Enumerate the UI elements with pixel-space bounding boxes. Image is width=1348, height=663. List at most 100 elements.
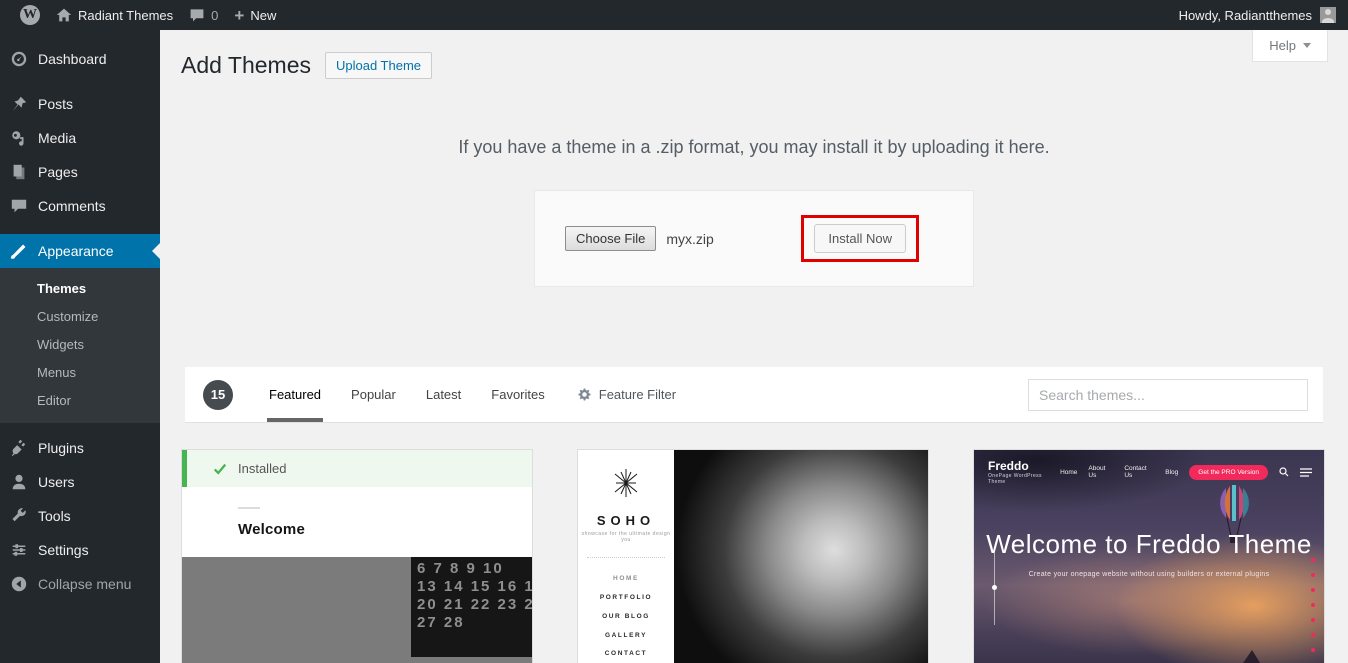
- wrench-icon: [9, 506, 29, 526]
- freddo-subheading: Create your onepage website without usin…: [974, 571, 1324, 578]
- comment-icon: [9, 196, 29, 216]
- scroll-indicator: [994, 553, 995, 625]
- freddo-pro-button: Get the PRO Version: [1189, 465, 1268, 480]
- home-icon: [56, 7, 72, 23]
- paintbrush-icon: [9, 241, 29, 261]
- freddo-logo-subtitle: OnePage WordPress Theme: [988, 473, 1060, 485]
- soho-menu-item: CONTACT: [578, 645, 674, 663]
- theme-grid: Installed Welcome 6 7 8 9 10 13 14 15 16…: [181, 449, 1326, 663]
- plant-graphic: [408, 657, 454, 663]
- comments-count: 0: [211, 8, 218, 23]
- media-icon: [9, 128, 29, 148]
- menu-separator: [0, 76, 160, 87]
- search-input[interactable]: [1028, 379, 1308, 411]
- sidebar-item-pages[interactable]: Pages: [0, 155, 160, 189]
- sidebar-item-label: Dashboard: [38, 51, 107, 67]
- wordpress-menu[interactable]: W: [12, 0, 48, 30]
- soho-logo-text: SOHO: [578, 513, 674, 528]
- collapse-arrow-icon: [9, 574, 29, 594]
- sidebar-item-label: Plugins: [38, 440, 84, 456]
- freddo-heading: Welcome to Freddo Theme: [974, 529, 1324, 560]
- feature-filter-button[interactable]: Feature Filter: [577, 387, 676, 402]
- installed-banner: Installed: [182, 450, 532, 487]
- soho-menu-item: PORTFOLIO: [578, 589, 674, 608]
- submenu-item-editor[interactable]: Editor: [0, 387, 160, 415]
- site-name-link[interactable]: Radiant Themes: [48, 0, 181, 30]
- howdy-account-menu[interactable]: Howdy, Radiantthemes: [1179, 8, 1312, 23]
- pushpin-icon: [9, 94, 29, 114]
- help-label: Help: [1269, 38, 1296, 53]
- sidebar-item-label: Settings: [38, 542, 89, 558]
- freddo-nav-about: About Us: [1088, 465, 1113, 479]
- upload-description: If you have a theme in a .zip format, yo…: [160, 137, 1348, 158]
- sidebar-item-dashboard[interactable]: Dashboard: [0, 42, 160, 76]
- freddo-navbar: Freddo OnePage WordPress Theme Home Abou…: [974, 450, 1324, 485]
- dotted-divider: [587, 557, 665, 558]
- freddo-nav-contact: Contact Us: [1124, 465, 1154, 479]
- sidebar-item-label: Tools: [38, 508, 71, 524]
- tab-popular[interactable]: Popular: [349, 367, 398, 422]
- theme-card-installed[interactable]: Installed Welcome 6 7 8 9 10 13 14 15 16…: [181, 449, 533, 663]
- sidebar-item-posts[interactable]: Posts: [0, 87, 160, 121]
- user-avatar[interactable]: [1320, 7, 1336, 23]
- choose-file-button[interactable]: Choose File: [565, 226, 656, 251]
- freddo-nav-home: Home: [1060, 469, 1077, 476]
- sidebar-item-comments[interactable]: Comments: [0, 189, 160, 223]
- chevron-down-icon: [1303, 43, 1311, 48]
- comments-shortcut[interactable]: 0: [181, 0, 226, 30]
- sliders-icon: [9, 540, 29, 560]
- soho-menu-item: HOME: [578, 570, 674, 589]
- sidebar-item-appearance[interactable]: Appearance: [0, 234, 160, 268]
- calendar-graphic: 6 7 8 9 10 13 14 15 16 17 20 21 22 23 24…: [411, 557, 532, 657]
- submenu-item-widgets[interactable]: Widgets: [0, 331, 160, 359]
- check-icon: [213, 462, 227, 476]
- selected-file-name: myx.zip: [666, 231, 713, 247]
- sidebar-item-users[interactable]: Users: [0, 465, 160, 499]
- admin-bar: W Radiant Themes 0 + New Howdy, Radiantt…: [0, 0, 1348, 30]
- admin-sidebar: Dashboard Posts Media Pages Comments App…: [0, 30, 160, 663]
- sidebar-item-label: Media: [38, 130, 76, 146]
- freddo-nav-blog: Blog: [1165, 469, 1178, 476]
- gear-icon: [577, 387, 592, 402]
- submenu-item-themes[interactable]: Themes: [0, 275, 160, 303]
- sidebar-item-label: Comments: [38, 198, 106, 214]
- soho-portrait-photo: [674, 450, 928, 663]
- soho-menu-item: GALLERY: [578, 627, 674, 646]
- tab-favorites[interactable]: Favorites: [489, 367, 546, 422]
- upload-form: Choose File myx.zip Install Now: [534, 190, 974, 287]
- wordpress-logo-icon: W: [20, 5, 40, 25]
- install-now-button[interactable]: Install Now: [814, 224, 906, 253]
- sidebar-item-collapse-menu[interactable]: Collapse menu: [0, 567, 160, 601]
- tree-silhouette: [1235, 650, 1269, 663]
- freddo-hero: Freddo OnePage WordPress Theme Home Abou…: [974, 450, 1324, 663]
- sidebar-item-label: Users: [38, 474, 75, 490]
- appearance-submenu: Themes Customize Widgets Menus Editor: [0, 268, 160, 423]
- submenu-item-customize[interactable]: Customize: [0, 303, 160, 331]
- sidebar-item-label: Posts: [38, 96, 73, 112]
- plus-icon: +: [234, 7, 244, 24]
- theme-screenshot-image: 6 7 8 9 10 13 14 15 16 17 20 21 22 23 24…: [182, 557, 532, 663]
- sidebar-item-media[interactable]: Media: [0, 121, 160, 155]
- soho-tagline: showcase for the ultimate design you: [578, 531, 674, 543]
- feature-filter-label: Feature Filter: [599, 387, 676, 402]
- submenu-item-menus[interactable]: Menus: [0, 359, 160, 387]
- decorative-line: [238, 507, 260, 509]
- help-dropdown[interactable]: Help: [1252, 30, 1328, 62]
- sidebar-item-settings[interactable]: Settings: [0, 533, 160, 567]
- sidebar-item-tools[interactable]: Tools: [0, 499, 160, 533]
- upload-theme-button[interactable]: Upload Theme: [325, 52, 432, 79]
- new-content-menu[interactable]: + New: [226, 0, 284, 30]
- theme-card-soho[interactable]: SOHO showcase for the ultimate design yo…: [577, 449, 929, 663]
- sidebar-item-plugins[interactable]: Plugins: [0, 431, 160, 465]
- user-icon: [9, 472, 29, 492]
- search-icon: [1279, 467, 1289, 477]
- tab-featured[interactable]: Featured: [267, 367, 323, 422]
- sidebar-item-label: Appearance: [38, 243, 114, 259]
- theme-filter-bar: 15 Featured Popular Latest Favorites Fea…: [185, 367, 1323, 423]
- new-label: New: [250, 8, 276, 23]
- main-content: Help Add Themes Upload Theme If you have…: [160, 30, 1348, 663]
- tab-latest[interactable]: Latest: [424, 367, 463, 422]
- theme-screenshot-header: Welcome: [182, 487, 532, 557]
- theme-card-freddo[interactable]: Freddo OnePage WordPress Theme Home Abou…: [973, 449, 1325, 663]
- sidebar-item-label: Collapse menu: [38, 576, 131, 592]
